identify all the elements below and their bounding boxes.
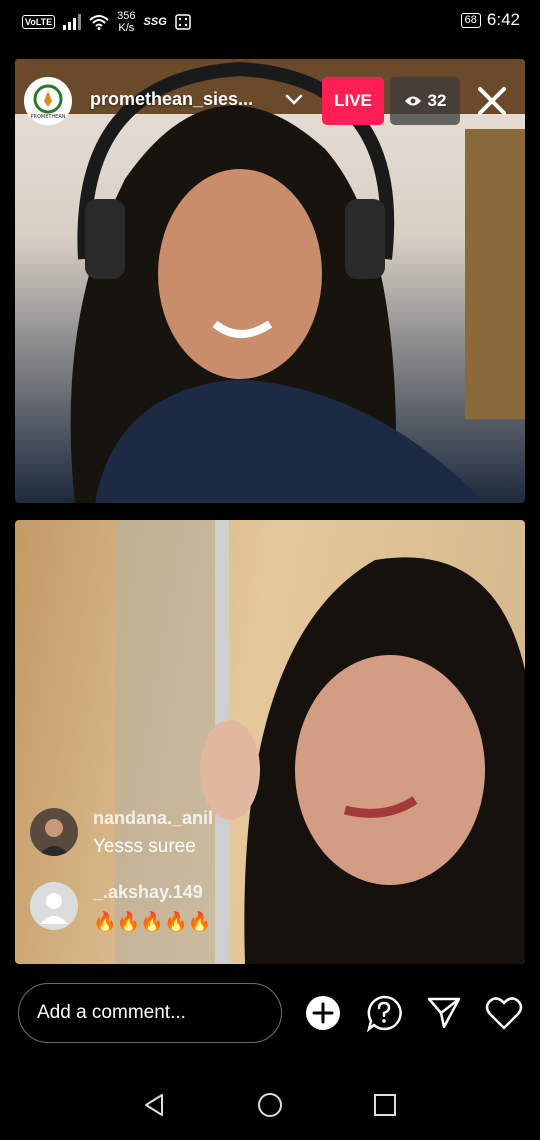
comment-placeholder: Add a comment...: [37, 1002, 186, 1023]
home-icon[interactable]: [255, 1090, 285, 1120]
host-avatar[interactable]: PROMETHEAN: [24, 77, 72, 125]
heart-icon[interactable]: [484, 993, 524, 1033]
chevron-down-icon[interactable]: [282, 87, 306, 111]
comment-item: _.akshay.149 🔥🔥🔥🔥🔥: [30, 882, 330, 934]
comment-username[interactable]: nandana._anil: [93, 808, 213, 829]
comment-avatar[interactable]: [30, 882, 78, 930]
recents-icon[interactable]: [370, 1090, 400, 1120]
network-speed: 356 K/s: [117, 10, 136, 34]
comment-text: 🔥🔥🔥🔥🔥: [93, 912, 212, 933]
status-bar: VoLTE 356 K/s SSG 68 6:42: [0, 0, 540, 46]
host-video: [15, 59, 525, 503]
comment-item: nandana._anil Yesss suree: [30, 808, 330, 860]
host-username[interactable]: promethean_sies...: [90, 89, 253, 110]
send-icon[interactable]: [424, 993, 464, 1033]
back-icon[interactable]: [140, 1090, 170, 1120]
signal-icon: [63, 14, 82, 30]
comment-avatar[interactable]: [30, 808, 78, 856]
host-header: PROMETHEAN promethean_sies... LIVE 32: [24, 77, 520, 125]
close-icon[interactable]: [474, 83, 510, 119]
comment-username[interactable]: _.akshay.149: [93, 882, 203, 903]
comment-input[interactable]: Add a comment...: [18, 983, 282, 1043]
battery-icon: 68: [460, 12, 481, 28]
viewer-count[interactable]: 32: [390, 77, 460, 125]
volte-icon: VoLTE: [22, 15, 56, 29]
live-screen: VoLTE 356 K/s SSG 68 6:42 PROMETHEAN pro…: [0, 0, 540, 1140]
clock: 6:42: [486, 10, 520, 29]
grid-icon: [175, 14, 191, 30]
host-video-frame: [15, 59, 525, 503]
wifi-icon: [89, 15, 109, 30]
promethean-logo: PROMETHEAN: [30, 84, 66, 120]
svg-text:PROMETHEAN: PROMETHEAN: [30, 114, 65, 120]
question-icon[interactable]: [364, 993, 404, 1033]
eye-icon: [404, 96, 421, 106]
comment-text: Yesss suree: [93, 836, 196, 857]
network-type: SSG: [143, 16, 167, 28]
viewer-count-label: 32: [427, 91, 447, 110]
add-icon[interactable]: [303, 993, 343, 1033]
live-badge: LIVE: [322, 77, 384, 125]
